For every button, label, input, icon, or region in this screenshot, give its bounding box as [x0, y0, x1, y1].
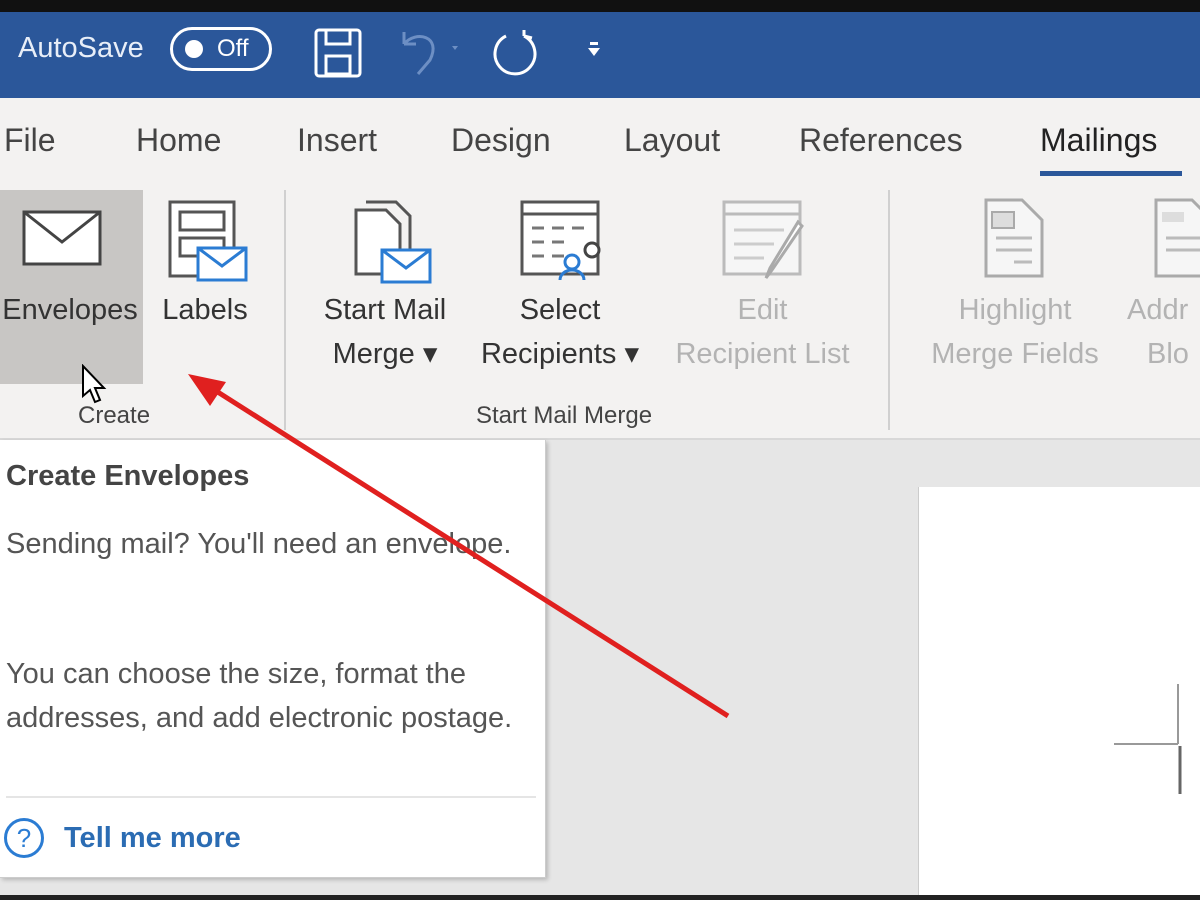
- undo-icon[interactable]: [396, 30, 468, 78]
- labels-icon[interactable]: [168, 200, 250, 284]
- tab-insert[interactable]: Insert: [297, 122, 377, 159]
- envelopes-label: Envelopes: [2, 294, 138, 326]
- mouse-cursor-icon: [82, 364, 107, 404]
- group-separator: [888, 190, 890, 430]
- tab-design[interactable]: Design: [451, 122, 551, 159]
- highlight-merge-fields-icon: [984, 198, 1044, 278]
- select-recipients-icon: [520, 200, 601, 281]
- address-block-button[interactable]: Addr Blo: [1127, 288, 1200, 376]
- labels-button[interactable]: Labels: [150, 288, 260, 332]
- highlight-label-1: Highlight: [958, 294, 1072, 326]
- address-label-2: Blo: [1147, 338, 1189, 370]
- start-mail-merge-button[interactable]: Start Mail Merge ▾: [300, 288, 470, 376]
- window-bottom-edge: [0, 895, 1200, 900]
- tab-references[interactable]: References: [799, 122, 963, 159]
- envelope-icon: [22, 210, 102, 266]
- tooltip-divider: [6, 796, 536, 798]
- save-icon[interactable]: [314, 28, 362, 78]
- page-corner-mark: [1114, 684, 1182, 794]
- edit-recipient-list-icon: [722, 200, 804, 279]
- redo-icon[interactable]: [490, 28, 542, 80]
- tell-me-more-link[interactable]: Tell me more: [64, 822, 241, 855]
- tab-layout[interactable]: Layout: [624, 122, 720, 159]
- start-mail-merge-label-1: Start Mail: [323, 294, 447, 326]
- edit-recipient-list-label-1: Edit: [737, 294, 788, 326]
- active-tab-indicator: [1040, 171, 1182, 176]
- autosave-state: Off: [217, 35, 249, 62]
- highlight-label-2: Merge Fields: [931, 338, 1099, 370]
- help-icon[interactable]: ?: [4, 818, 44, 858]
- autosave-toggle[interactable]: Off: [170, 27, 272, 71]
- customize-toolbar-icon[interactable]: [586, 42, 602, 60]
- address-label-1: Addr: [1127, 294, 1189, 326]
- red-arrow-annotation: [188, 374, 730, 719]
- tab-mailings[interactable]: Mailings: [1040, 122, 1157, 159]
- start-mail-merge-icon: [354, 200, 432, 284]
- tab-home[interactable]: Home: [136, 122, 221, 159]
- highlight-merge-fields-button[interactable]: Highlight Merge Fields: [915, 288, 1115, 376]
- autosave-label: AutoSave: [18, 32, 144, 64]
- tab-file[interactable]: File: [4, 122, 56, 159]
- toggle-knob: [185, 40, 203, 58]
- window-top-edge: [0, 0, 1200, 12]
- address-block-icon: [1154, 198, 1200, 278]
- select-recipients-label-1: Select: [519, 294, 601, 326]
- select-recipients-button[interactable]: Select Recipients ▾: [470, 288, 650, 376]
- edit-recipient-list-button[interactable]: Edit Recipient List: [660, 288, 865, 376]
